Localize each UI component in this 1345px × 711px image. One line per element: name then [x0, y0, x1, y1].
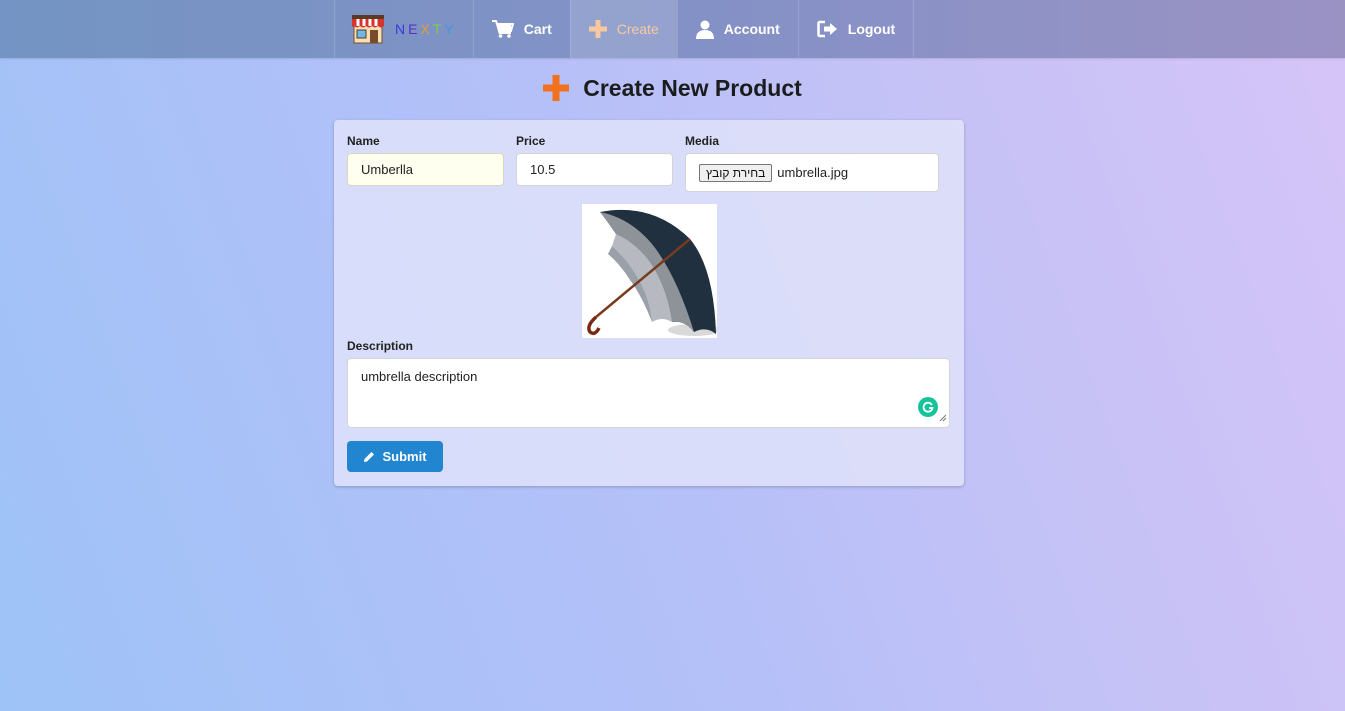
description-label: Description: [347, 339, 414, 353]
name-label: Name: [347, 134, 380, 148]
nav-item-label: Create: [616, 21, 659, 37]
sign-out-icon: [817, 20, 838, 38]
nav-item-create[interactable]: Create: [569, 0, 677, 58]
description-value: umbrella description: [361, 369, 478, 384]
media-file-input[interactable]: בחירת קובץ umbrella.jpg: [685, 153, 939, 192]
user-icon: [695, 20, 714, 39]
nav-item-cart[interactable]: Cart: [472, 0, 570, 58]
name-input-value: Umberlla: [361, 162, 414, 177]
choose-file-button[interactable]: בחירת קובץ: [699, 163, 773, 182]
plus-icon: [588, 20, 607, 38]
media-label: Media: [685, 134, 720, 148]
grammarly-icon[interactable]: [918, 397, 938, 417]
cart-icon: [491, 20, 514, 38]
umbrella-image: [587, 209, 717, 336]
name-input[interactable]: Umberlla: [347, 153, 504, 186]
nav-item-label: Cart: [523, 21, 552, 37]
brand-name: NEXTY: [395, 21, 457, 37]
create-product-form: Name Umberlla Price 10.5 Media בחירת קוב…: [334, 120, 964, 486]
description-textarea[interactable]: umbrella description: [347, 358, 950, 428]
submit-button[interactable]: Submit: [347, 441, 443, 472]
nav-item-label: Logout: [847, 21, 896, 37]
nav-item-logout[interactable]: Logout: [797, 0, 915, 58]
price-input-value: 10.5: [530, 162, 556, 177]
price-label: Price: [516, 134, 546, 148]
media-preview-image: [582, 204, 717, 338]
page-title: Create New Product: [583, 74, 802, 101]
plus-icon: [543, 75, 570, 101]
page-header: Create New Product: [0, 70, 1345, 106]
nav-item-label: Account: [723, 21, 780, 37]
selected-file-name: umbrella.jpg: [777, 165, 849, 180]
nav-item-account[interactable]: Account: [676, 0, 798, 58]
pencil-icon: [363, 451, 375, 463]
price-input[interactable]: 10.5: [516, 153, 673, 186]
submit-label: Submit: [382, 449, 427, 464]
store-logo-icon: [351, 14, 385, 44]
brand-home-link[interactable]: NEXTY: [334, 0, 473, 58]
resize-handle-icon[interactable]: [939, 410, 947, 425]
nav-menu: NEXTY Cart Create Account Logout: [334, 0, 915, 58]
top-navbar: NEXTY Cart Create Account Logout: [0, 0, 1345, 58]
